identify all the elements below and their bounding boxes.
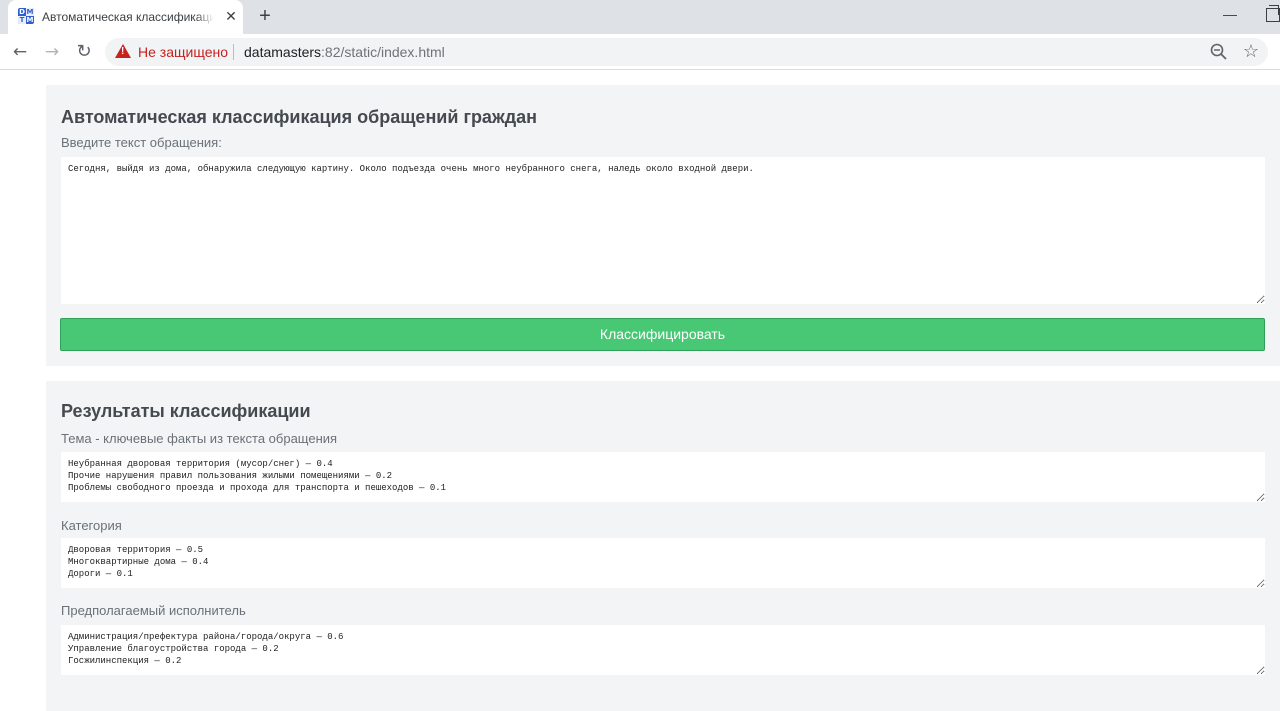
tab-close-icon[interactable]: ✕ xyxy=(222,7,240,25)
topic-label: Тема - ключевые факты из текста обращени… xyxy=(61,431,338,446)
security-status[interactable]: Не защищено xyxy=(138,44,228,60)
results-title: Результаты классификации xyxy=(61,401,311,421)
address-bar[interactable]: Не защищено datamasters:82/static/index.… xyxy=(105,38,1268,66)
tab-title: Автоматическая классификаци xyxy=(42,10,214,24)
restore-window-button[interactable] xyxy=(1266,5,1280,22)
back-arrow-icon[interactable]: ← xyxy=(6,38,34,66)
page-content: Автоматическая классификация обращений г… xyxy=(0,71,1280,711)
category-label: Категория xyxy=(61,518,122,533)
url-host: datamasters xyxy=(244,44,322,60)
new-tab-button[interactable]: + xyxy=(254,5,276,27)
address-separator xyxy=(233,44,234,60)
topic-result-field[interactable]: Неубранная дворовая территория (мусор/сн… xyxy=(61,452,1265,502)
forward-arrow-icon[interactable]: → xyxy=(38,38,66,66)
favicon-letter: M xyxy=(26,8,34,16)
browser-tabstrip: D M T M Автоматическая классификаци ✕ + … xyxy=(0,0,1280,34)
site-favicon-icon: D M T M xyxy=(18,8,34,24)
favicon-letter: T xyxy=(18,16,26,24)
reload-icon[interactable]: ↻ xyxy=(70,38,98,66)
appeal-text-input[interactable]: Сегодня, выйдя из дома, обнаружила следу… xyxy=(61,157,1265,304)
favicon-letter: M xyxy=(26,16,34,24)
warning-icon[interactable] xyxy=(115,44,131,58)
url-path: :82/static/index.html xyxy=(321,44,445,60)
category-result-field[interactable]: Дворовая территория — 0.5 Многоквартирны… xyxy=(61,538,1265,588)
executor-label: Предполагаемый исполнитель xyxy=(61,603,246,618)
bookmark-star-icon[interactable]: ☆ xyxy=(1240,40,1262,62)
page-title: Автоматическая классификация обращений г… xyxy=(61,107,538,127)
minimize-window-button[interactable]: — xyxy=(1220,6,1240,26)
results-card: Результаты классификации Тема - ключевые… xyxy=(46,381,1280,711)
classify-button[interactable]: Классифицировать xyxy=(60,318,1265,351)
url-text[interactable]: datamasters:82/static/index.html xyxy=(244,44,445,60)
browser-toolbar: ← → ↻ Не защищено datamasters:82/static/… xyxy=(0,34,1280,70)
input-label: Введите текст обращения: xyxy=(61,135,222,150)
executor-result-field[interactable]: Администрация/префектура района/города/о… xyxy=(61,625,1265,675)
zoom-out-icon[interactable] xyxy=(1209,42,1229,62)
browser-tab[interactable]: D M T M Автоматическая классификаци ✕ xyxy=(8,0,243,34)
favicon-letter: D xyxy=(19,8,25,16)
classification-form-card: Автоматическая классификация обращений г… xyxy=(46,85,1280,366)
